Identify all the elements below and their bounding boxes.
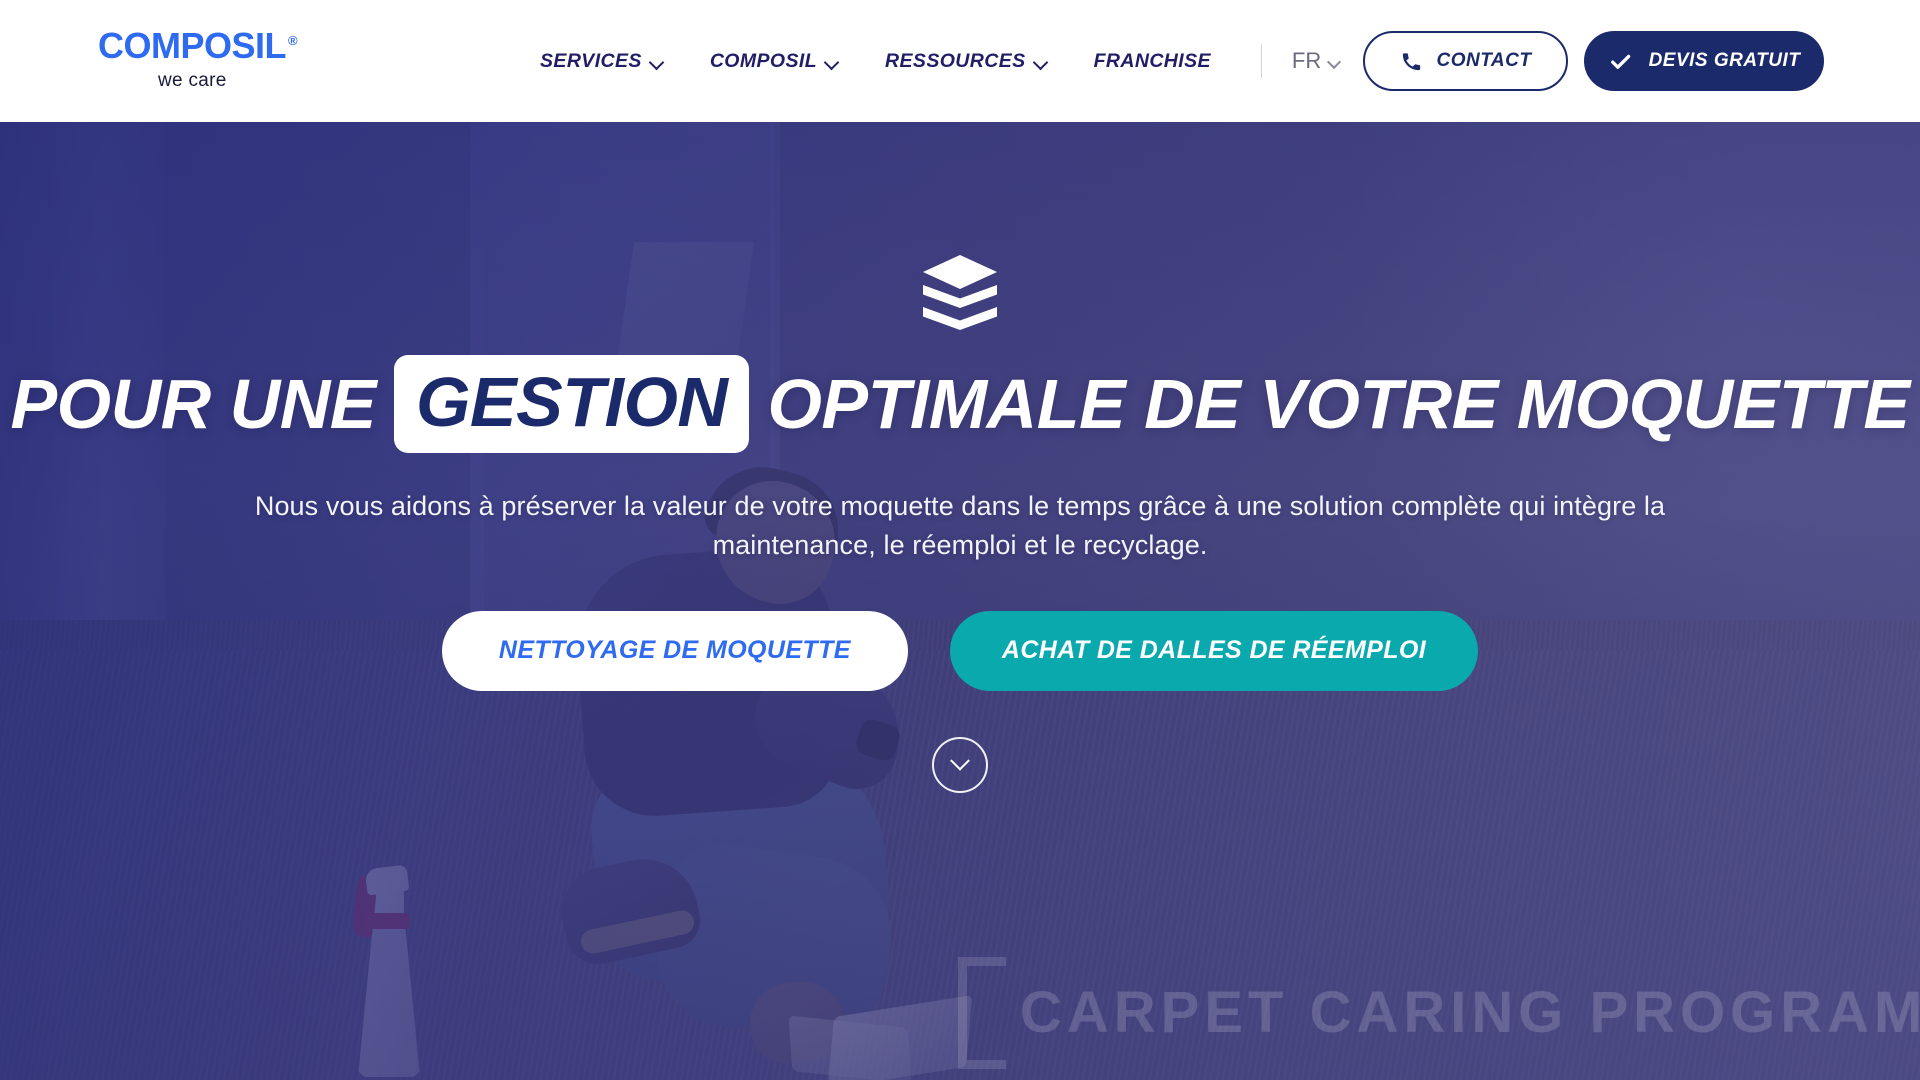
cta-buy-tiles-button[interactable]: ACHAT DE DALLES DE RÉEMPLOI <box>949 610 1479 691</box>
layers-stack-icon <box>923 255 997 330</box>
phone-icon <box>1402 52 1420 70</box>
site-logo[interactable]: COMPOSIL ® we care <box>98 25 298 91</box>
logo-tagline: we care <box>158 70 227 91</box>
cta-carpet-cleaning-button[interactable]: NETTOYAGE DE MOQUETTE <box>441 610 908 691</box>
nav-item-services-label: SERVICES <box>540 49 642 72</box>
chevron-down-icon <box>1035 57 1048 65</box>
free-quote-button-label: DEVIS GRATUIT <box>1648 50 1801 71</box>
hero-cta-row: NETTOYAGE DE MOQUETTE ACHAT DE DALLES DE… <box>441 610 1479 691</box>
chevron-down-icon <box>826 57 839 65</box>
layers-stack-icon-bottom <box>923 307 997 330</box>
nav-item-ressources-label: RESSOURCES <box>885 49 1026 72</box>
cta-buy-tiles-label: ACHAT DE DALLES DE RÉEMPLOI <box>1001 636 1427 665</box>
cta-carpet-cleaning-label: NETTOYAGE DE MOQUETTE <box>498 636 851 665</box>
chevron-down-icon <box>1329 57 1341 65</box>
logo-wordmark: COMPOSIL ® <box>98 25 298 66</box>
layers-stack-icon-top <box>923 255 997 289</box>
language-selector-label: FR <box>1291 48 1322 73</box>
nav-item-franchise[interactable]: FRANCHISE <box>1094 50 1211 73</box>
hero-section: CARPET CARING PROGRAM POUR UNE GESTION O… <box>0 122 1920 1080</box>
nav-divider <box>1260 44 1262 78</box>
nav-item-ressources[interactable]: RESSOURCES <box>885 50 1048 73</box>
logo-wordmark-text: COMPOSIL <box>98 25 287 66</box>
hero-headline-part1: POUR UNE <box>10 365 376 443</box>
layers-stack-icon-middle <box>923 285 997 308</box>
chevron-down-icon <box>950 750 970 771</box>
registered-trademark-icon: ® <box>288 33 298 48</box>
hero-content: POUR UNE GESTION OPTIMALE DE VOTRE MOQUE… <box>0 122 1920 1080</box>
hero-subtitle: Nous vous aidons à préserver la valeur d… <box>254 491 1666 560</box>
nav-item-composil[interactable]: COMPOSIL <box>710 50 839 73</box>
hero-headline-highlight-chip: GESTION <box>393 355 750 453</box>
nav-item-composil-label: COMPOSIL <box>709 49 818 72</box>
contact-button[interactable]: CONTACT <box>1363 31 1568 91</box>
nav-item-franchise-label: FRANCHISE <box>1093 49 1211 72</box>
hero-headline: POUR UNE GESTION OPTIMALE DE VOTRE MOQUE… <box>10 355 1910 453</box>
main-navigation: SERVICES COMPOSIL RESSOURCES FRANCHISE F… <box>540 0 1375 122</box>
site-header: COMPOSIL ® we care SERVICES COMPOSIL RESS… <box>0 0 1920 122</box>
contact-button-label: CONTACT <box>1436 50 1532 71</box>
chevron-down-icon <box>651 57 664 65</box>
scroll-down-button[interactable] <box>932 736 988 793</box>
free-quote-button[interactable]: DEVIS GRATUIT <box>1584 31 1824 91</box>
hero-headline-highlight-text: GESTION <box>415 363 728 441</box>
hero-headline-part2: OPTIMALE DE VOTRE MOQUETTE <box>767 365 1910 443</box>
check-icon <box>1610 54 1630 69</box>
language-selector[interactable]: FR <box>1292 48 1341 74</box>
nav-item-services[interactable]: SERVICES <box>540 50 664 73</box>
